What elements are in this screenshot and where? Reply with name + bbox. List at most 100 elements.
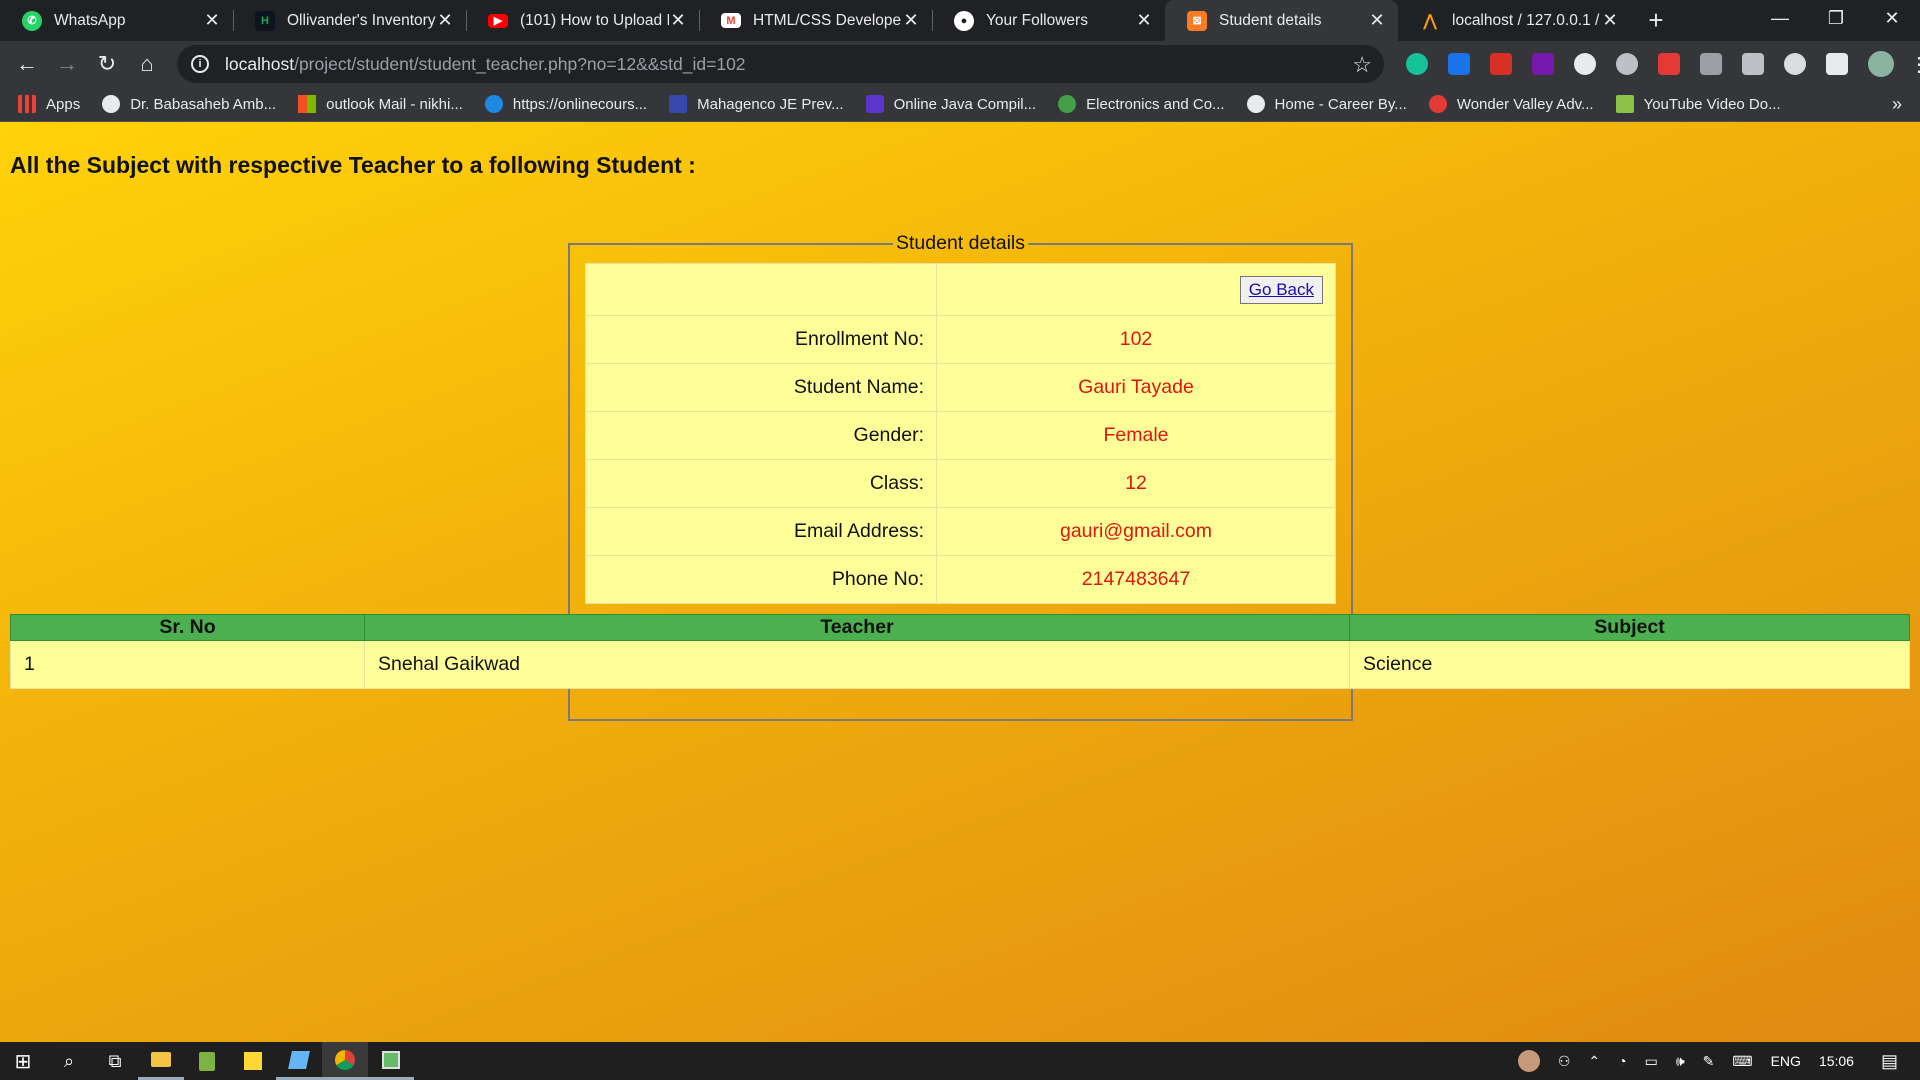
class-label: Class: — [585, 459, 937, 508]
back-arrow-icon[interactable]: ← — [7, 44, 47, 84]
gmail-icon: M — [721, 13, 741, 28]
new-tab-button[interactable]: + — [1631, 0, 1681, 41]
bookmark-star-icon[interactable]: ☆ — [1352, 52, 1372, 78]
pdf-ext-icon[interactable] — [1658, 53, 1680, 75]
enrollment-value: 102 — [936, 315, 1336, 364]
table-row: 1 Snehal Gaikwad Science — [10, 640, 1910, 689]
browser-toolbar: ← → ↻ ⌂ i localhost/project/student/stud… — [0, 41, 1920, 87]
calendar-ext-icon[interactable] — [1448, 53, 1470, 75]
tab-title: Student details — [1219, 11, 1322, 29]
task-view-icon[interactable]: ⧉ — [92, 1042, 138, 1080]
language-indicator[interactable]: ENG — [1771, 1053, 1801, 1069]
close-window-icon[interactable]: ✕ — [1864, 0, 1920, 36]
close-tab-icon[interactable]: ✕ — [1135, 10, 1153, 31]
show-hidden-icons-icon[interactable]: ⌃ — [1588, 1053, 1600, 1070]
apps-grid-icon — [18, 95, 36, 113]
tab-youtube[interactable]: ▶ (101) How to Upload F ✕ — [466, 0, 699, 41]
table-header-row: Sr. No Teacher Subject — [10, 614, 1910, 641]
forward-arrow-icon[interactable]: → — [47, 44, 87, 84]
globe-icon — [102, 95, 121, 113]
user-avatar-icon[interactable] — [1517, 1050, 1540, 1072]
gender-label: Gender: — [585, 411, 937, 460]
bookmarks-bar: Apps Dr. Babasaheb Amb... outlook Mail -… — [0, 87, 1920, 122]
bookmark-wonder-valley[interactable]: Wonder Valley Adv... — [1428, 95, 1594, 113]
volume-icon[interactable]: 🕪 — [1676, 1053, 1685, 1070]
more-bookmarks-icon[interactable]: » — [1892, 94, 1902, 115]
close-tab-icon[interactable]: ✕ — [669, 10, 687, 31]
image-viewer-icon[interactable] — [368, 1042, 414, 1080]
tab-gmail[interactable]: M HTML/CSS Developer - ✕ — [699, 0, 932, 41]
xampp-icon: ⊠ — [1187, 10, 1207, 31]
notepad-icon[interactable] — [184, 1042, 230, 1080]
bookmark-babasaheb[interactable]: Dr. Babasaheb Amb... — [102, 95, 276, 113]
bookmark-career[interactable]: Home - Career By... — [1246, 95, 1407, 113]
close-tab-icon[interactable]: ✕ — [1368, 10, 1386, 31]
gender-row: Gender: Female — [585, 411, 1336, 460]
restore-icon[interactable]: ❐ — [1808, 0, 1864, 36]
student-name-row: Student Name: Gauri Tayade — [585, 363, 1336, 412]
bookmark-electronics[interactable]: Electronics and Co... — [1058, 95, 1225, 113]
doc-ext-icon[interactable] — [1700, 53, 1722, 75]
teacher-cell: Snehal Gaikwad — [364, 640, 1350, 689]
close-tab-icon[interactable]: ✕ — [902, 10, 920, 31]
class-row: Class: 12 — [585, 459, 1336, 508]
home-icon[interactable]: ⌂ — [127, 44, 167, 84]
go-back-button[interactable]: Go Back — [1239, 275, 1323, 304]
tab-phpmyadmin[interactable]: ⋀ localhost / 127.0.0.1 / p ✕ — [1398, 0, 1631, 41]
bolt-icon — [865, 95, 884, 113]
battery-icon[interactable]: ▭ — [1645, 1053, 1658, 1070]
grammarly-icon[interactable] — [1406, 53, 1428, 75]
pen-icon — [669, 95, 688, 113]
speed-ext-icon[interactable] — [1574, 53, 1596, 75]
profile-avatar-icon[interactable] — [1868, 51, 1894, 77]
swayam-icon — [484, 95, 503, 113]
puzzle-extensions-icon[interactable] — [1826, 53, 1848, 75]
bookmark-youtube-download[interactable]: YouTube Video Do... — [1615, 95, 1781, 113]
bookmark-ext-icon[interactable] — [1490, 53, 1512, 75]
reload-icon[interactable]: ↻ — [87, 44, 127, 84]
hackerrank-icon: H — [255, 10, 275, 31]
email-label: Email Address: — [585, 507, 937, 556]
subject-teacher-table: Sr. No Teacher Subject 1 Snehal Gaikwad … — [10, 614, 1910, 689]
sr-no-cell: 1 — [10, 640, 365, 689]
windows-taskbar: ⊞ ⌕ ⧉ ⚇ ⌃ ◔ ▭ 🕪 ✎ ⌨ ENG 15:06 ▤ — [0, 1042, 1920, 1080]
tab-whatsapp[interactable]: ✆ WhatsApp ✕ — [0, 0, 233, 41]
close-tab-icon[interactable]: ✕ — [203, 10, 221, 31]
bulb-ext-icon[interactable] — [1616, 53, 1638, 75]
fieldset-legend: Student details — [895, 232, 1025, 254]
sticky-notes-icon[interactable] — [230, 1042, 276, 1080]
bookmark-onlinecourses[interactable]: https://onlinecours... — [484, 95, 647, 113]
bookmark-outlook[interactable]: outlook Mail - nikhi... — [298, 95, 463, 113]
close-tab-icon[interactable]: ✕ — [436, 10, 454, 31]
tab-student-details[interactable]: ⊠ Student details ✕ — [1165, 0, 1398, 41]
chrome-menu-icon[interactable]: ⋮ — [1909, 52, 1920, 77]
printer-ext-icon[interactable] — [1742, 53, 1764, 75]
search-icon[interactable]: ⌕ — [46, 1042, 92, 1080]
touch-keyboard-icon[interactable]: ⌨ — [1732, 1053, 1752, 1070]
minimize-icon[interactable]: — — [1752, 0, 1808, 36]
onenote-icon[interactable] — [1532, 53, 1554, 75]
column-header-teacher: Teacher — [364, 614, 1350, 641]
close-tab-icon[interactable]: ✕ — [1601, 10, 1619, 31]
tab-title: HTML/CSS Developer - — [753, 11, 902, 29]
tab-ollivanders-inventory[interactable]: H Ollivander's Inventory | ✕ — [233, 0, 466, 41]
notifications-icon[interactable]: ▤ — [1881, 1051, 1898, 1072]
file-explorer-icon[interactable] — [138, 1042, 184, 1080]
chrome-icon[interactable] — [322, 1042, 368, 1080]
tab-github-followers[interactable]: ● Your Followers ✕ — [932, 0, 1165, 41]
clock-time[interactable]: 15:06 — [1819, 1053, 1854, 1069]
bookmark-online-java[interactable]: Online Java Compil... — [865, 95, 1036, 113]
site-info-icon[interactable]: i — [191, 55, 209, 73]
youtube-icon: ▶ — [488, 13, 508, 28]
tab-title: (101) How to Upload F — [520, 11, 669, 29]
code-editor-icon[interactable] — [276, 1042, 322, 1080]
address-bar[interactable]: i localhost/project/student/student_teac… — [177, 45, 1384, 83]
compass-ext-icon[interactable] — [1784, 53, 1806, 75]
wifi-icon[interactable]: ◔ — [1618, 1053, 1626, 1069]
bookmark-mahagenco[interactable]: Mahagenco JE Prev... — [669, 95, 844, 113]
windows-start-icon[interactable]: ⊞ — [0, 1042, 46, 1080]
people-icon[interactable]: ⚇ — [1558, 1053, 1571, 1070]
bookmark-apps[interactable]: Apps — [18, 95, 80, 113]
pen-tray-icon[interactable]: ✎ — [1703, 1053, 1715, 1070]
column-header-subject: Subject — [1349, 614, 1910, 641]
